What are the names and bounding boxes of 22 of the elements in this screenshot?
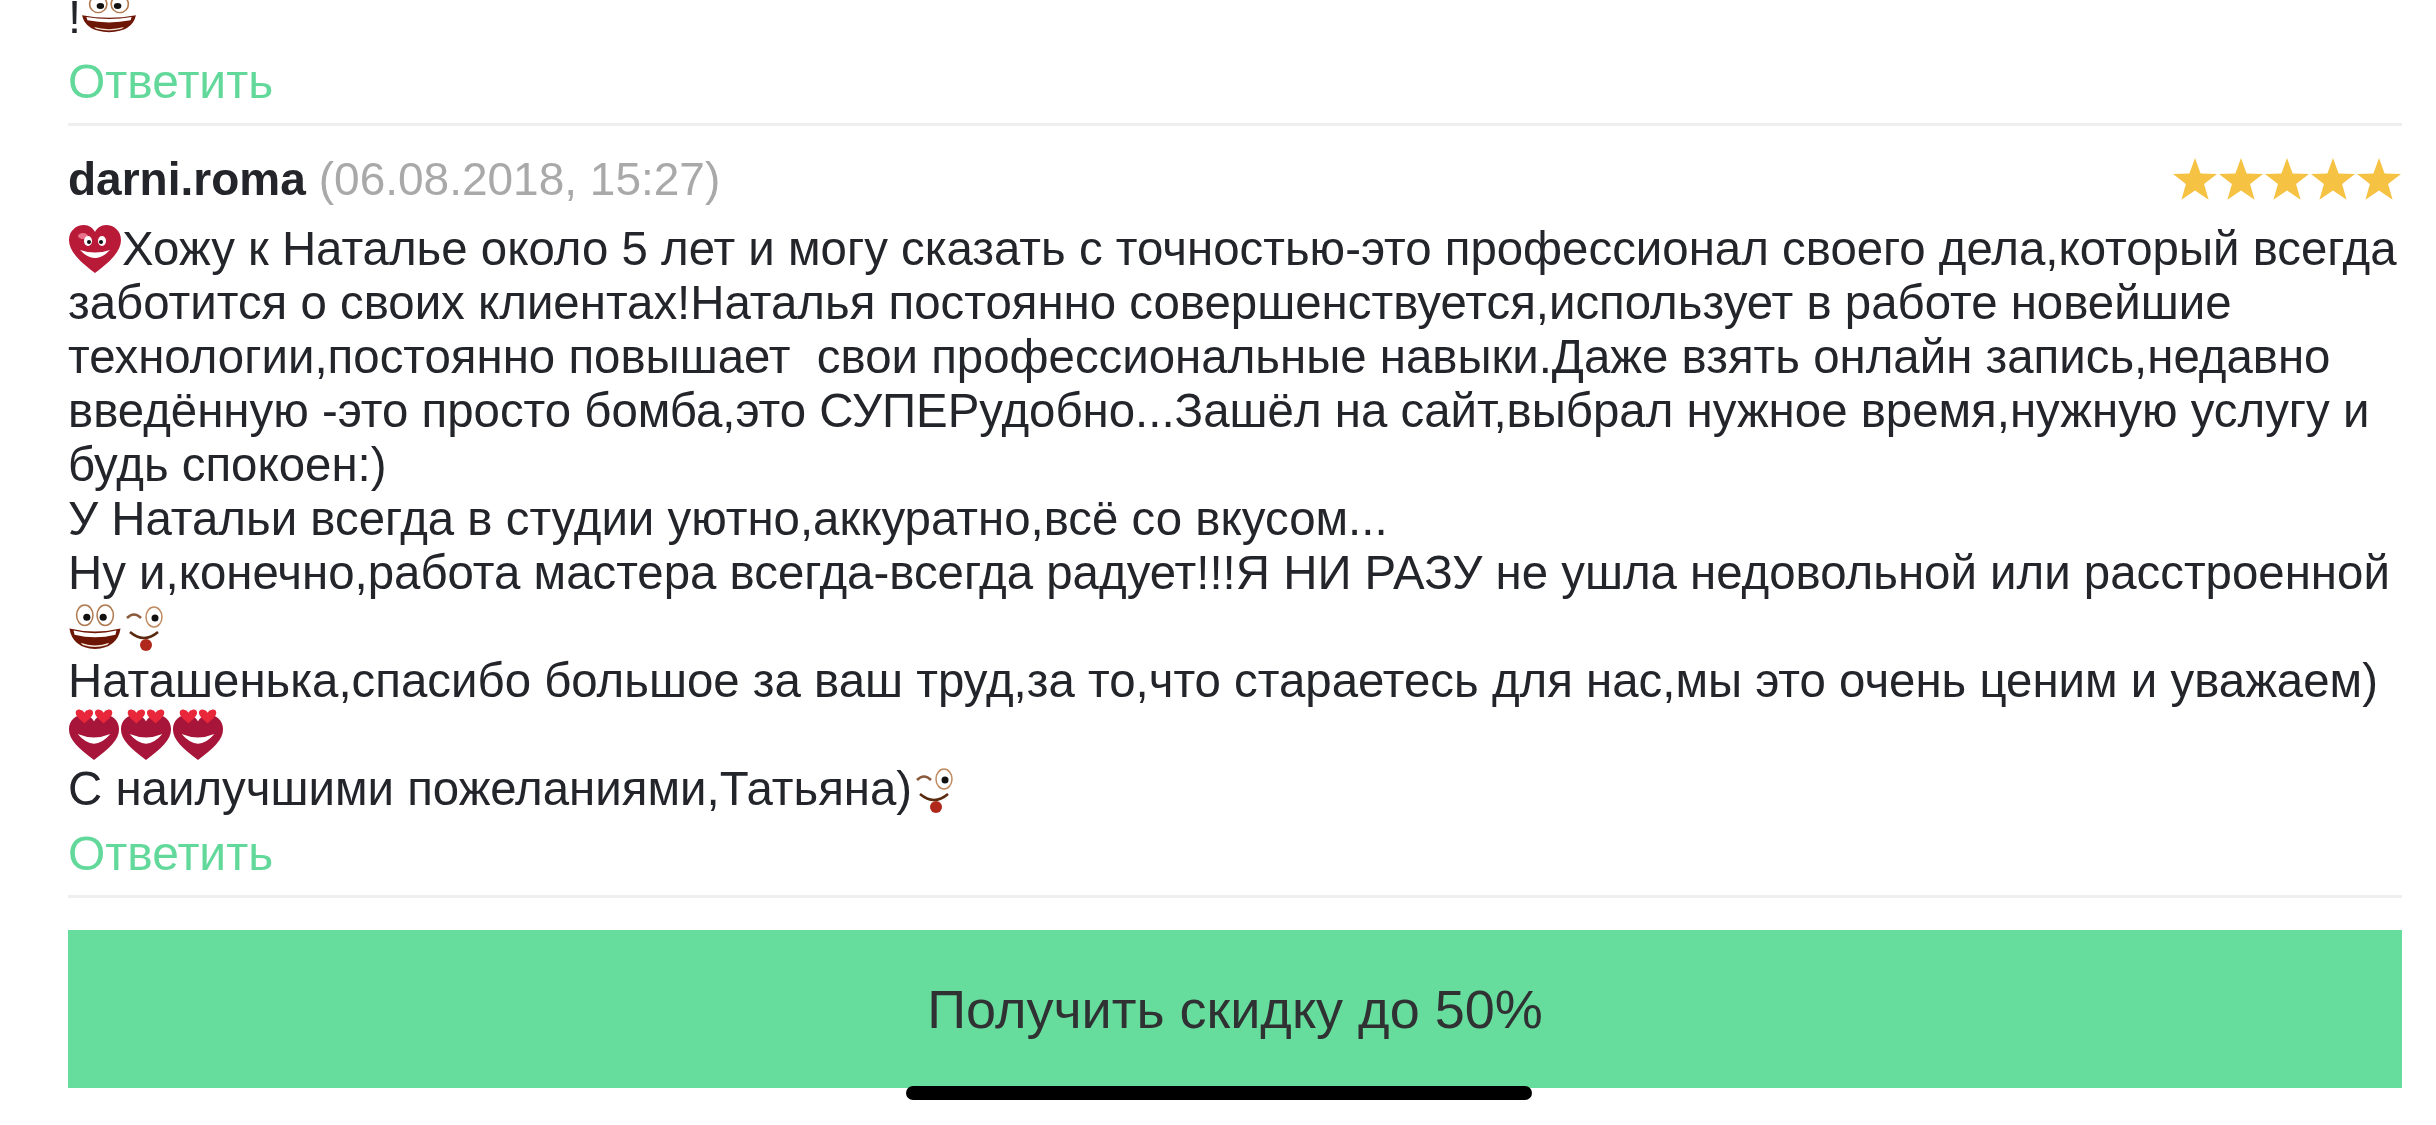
comment-text: заботится о своих клиентах!Наталья постоянно совершенствуется,использует в работе новейшие технологии,постоянно повышает свои профессиональные навыки.Даже взять онлайн запись,недавно введённую -это просто бомба,это СУПЕРудобно...Зашёл на сайт,выбрал нужное время,нужную услугу и будь спокоен:) [68, 276, 2371, 492]
reply-link[interactable]: Ответить [68, 55, 274, 109]
comment-text: Хожу к Наталье около 5 лет и могу сказать с точностью-это профессионал своего дела,который всегда [122, 222, 2397, 276]
star-icon [2172, 157, 2218, 201]
heart-eyes-face-icon [120, 709, 172, 761]
comment-text: С наилучшими пожеланиями,Татьяна) [68, 762, 913, 816]
comment-text: Ну и,конечно,работа мастера всегда-всегда радует!!!Я НИ РАЗУ не ушла недовольной или расстроенной [68, 546, 2390, 600]
star-icon [2356, 157, 2402, 201]
comment-date: (06.08.2018, 15:27) [318, 152, 721, 206]
comment-text: Наташенька,спасибо большое за ваш труд,за то,что стараетесь для нас,мы это очень ценим и уважаем) [68, 654, 2378, 708]
heart-eyes-face-icon [68, 709, 120, 761]
discount-button[interactable]: Получить скидку до 50% [68, 930, 2402, 1088]
heart-eyes-face-icon [172, 709, 224, 761]
grinning-face-icon [68, 604, 122, 650]
star-icon [2218, 157, 2264, 201]
comment-text: ! [68, 0, 82, 33]
star-icon [2310, 157, 2356, 201]
reply-link[interactable]: Ответить [68, 827, 274, 881]
star-icon [2264, 157, 2310, 201]
heart-face-icon [68, 224, 122, 274]
comment-text: У Натальи всегда в студии уютно,аккуратно,всё со вкусом... [68, 492, 1388, 546]
author-name: darni.roma [68, 152, 306, 206]
